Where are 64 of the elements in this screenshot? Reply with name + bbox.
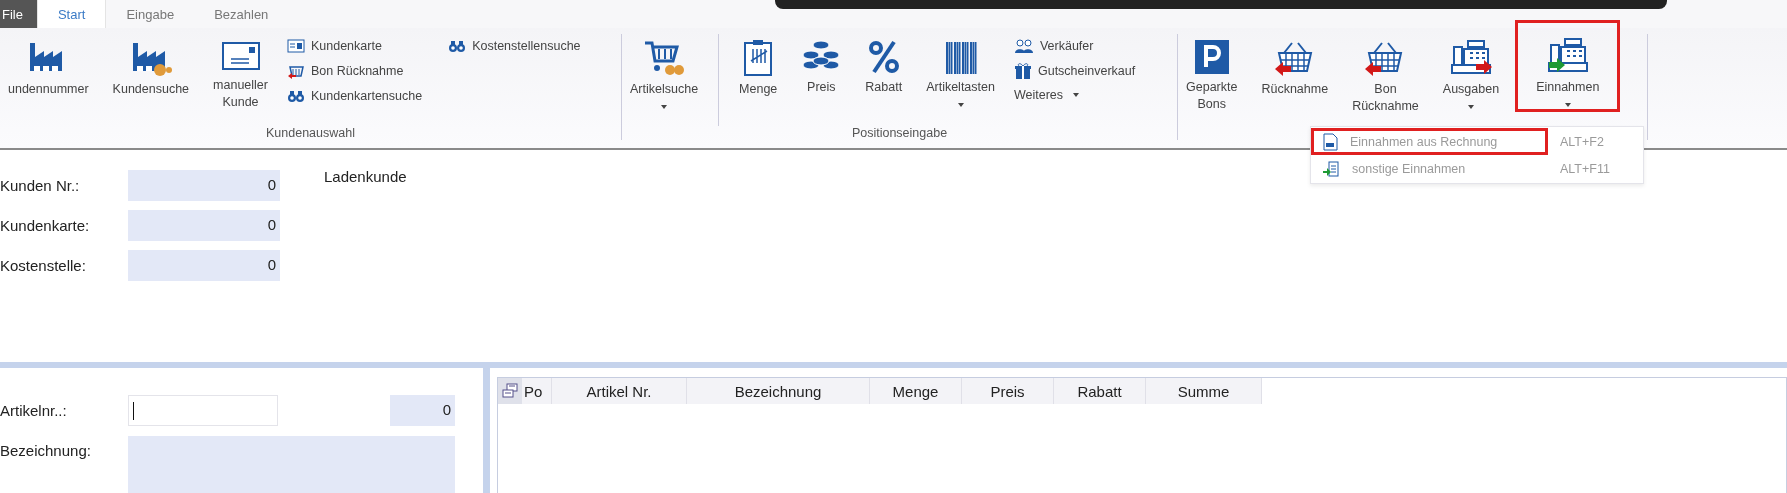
- ribbon-button[interactable]: Rücknahme: [1253, 34, 1337, 103]
- ribbon-button[interactable]: Verkäufer: [1010, 36, 1139, 56]
- ribbon-button[interactable]: Artikelsuche: [622, 34, 707, 114]
- column-header[interactable]: Menge: [870, 378, 962, 404]
- ribbon-button[interactable]: manueller Kunde: [205, 34, 276, 116]
- input-field[interactable]: [128, 395, 278, 426]
- shortcut-text: ALT+F2: [1560, 134, 1604, 149]
- columns-icon: [502, 383, 518, 399]
- gift-icon: [1013, 62, 1032, 80]
- people-icon: [1013, 38, 1034, 54]
- ribbon-button[interactable]: Preis: [793, 34, 850, 101]
- cart-search-icon: [643, 39, 686, 77]
- parking-sign-icon: [1193, 39, 1230, 75]
- ribbon-button[interactable]: Kundensuche: [104, 34, 198, 103]
- column-header[interactable]: Artikel Nr.: [552, 378, 687, 404]
- register-in-icon: [1322, 159, 1340, 178]
- ribbon-button[interactable]: Einnahmen: [1515, 20, 1621, 112]
- ribbon-tab[interactable]: Eingabe: [106, 0, 195, 28]
- ribbon-button[interactable]: undennummer: [0, 34, 97, 103]
- ribbon-button[interactable]: Kostenstellensuche: [445, 36, 584, 56]
- customer-name: Ladenkunde: [324, 168, 407, 187]
- ribbon-button[interactable]: Kundenkartensuche: [283, 86, 426, 106]
- field-label: Artikelnr..:: [0, 402, 68, 419]
- ribbon-button[interactable]: Weiteres: [1010, 86, 1139, 104]
- ribbon-button[interactable]: Rabatt: [857, 34, 911, 101]
- binoculars-icon: [448, 38, 467, 54]
- ribbon-tab[interactable]: Bezahlen: [194, 0, 289, 28]
- group-label: Kundenauswahl: [266, 126, 355, 140]
- ribbon-button[interactable]: Geparkte Bons: [1178, 34, 1246, 118]
- barcode-icon: [943, 39, 978, 75]
- column-header[interactable]: Bezeichnung: [687, 378, 870, 404]
- ribbon-tab[interactable]: File: [0, 0, 37, 28]
- text-area[interactable]: [128, 436, 455, 493]
- ribbon-button[interactable]: Bon Rücknahme: [283, 60, 426, 82]
- column-header[interactable]: Preis: [962, 378, 1054, 404]
- envelope-icon: [220, 39, 261, 73]
- ribbon-tab[interactable]: Start: [36, 0, 107, 28]
- binoculars-icon: [286, 88, 305, 104]
- group-label: Positionseingabe: [851, 126, 948, 140]
- count-field: 0: [390, 395, 455, 426]
- document-icon: [1322, 132, 1338, 151]
- id-card-icon: [286, 38, 305, 54]
- input-field[interactable]: 0: [128, 250, 280, 281]
- ribbon-button[interactable]: Ausgaben: [1434, 34, 1508, 114]
- field-label: Kunden Nr.:: [0, 177, 81, 194]
- column-header[interactable]: Summe: [1146, 378, 1262, 404]
- shortcut-text: ALT+F11: [1560, 161, 1610, 176]
- percent-icon: [866, 39, 901, 75]
- column-chooser-icon[interactable]: [498, 378, 522, 404]
- splitter[interactable]: [0, 362, 1787, 368]
- input-field[interactable]: 0: [128, 210, 280, 241]
- ribbon-button[interactable]: Gutscheinverkauf: [1010, 60, 1139, 82]
- field-label: Kostenstelle:: [0, 257, 87, 274]
- ribbon-button[interactable]: Kundenkarte: [283, 36, 426, 56]
- column-header[interactable]: Po: [522, 378, 552, 404]
- register-in-icon: [1546, 37, 1589, 75]
- field-label: Kundenkarte:: [0, 217, 91, 234]
- register-out-icon: [1450, 39, 1492, 77]
- ribbon-button[interactable]: Menge: [731, 34, 786, 103]
- ribbon-button[interactable]: Artikeltasten: [918, 34, 1003, 112]
- input-field[interactable]: 0: [128, 170, 280, 201]
- ribbon-button[interactable]: Bon Rücknahme: [1344, 34, 1427, 120]
- column-header[interactable]: Rabatt: [1054, 378, 1146, 404]
- field-label: Bezeichnung:: [0, 442, 92, 459]
